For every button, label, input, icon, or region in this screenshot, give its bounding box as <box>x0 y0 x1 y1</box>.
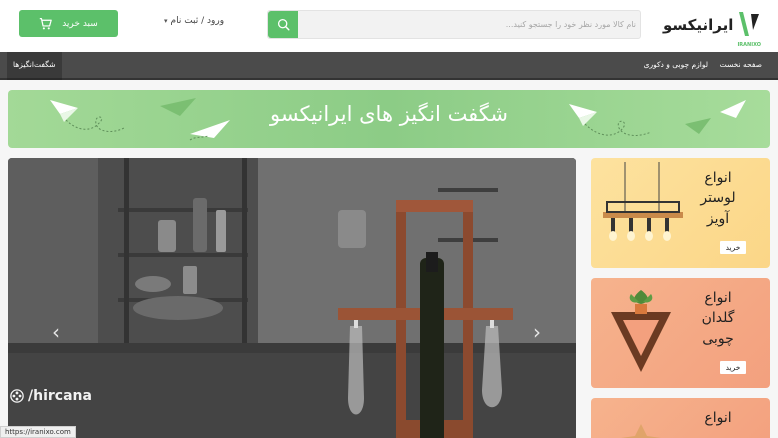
slider-prev-icon[interactable]: ‹ <box>52 320 60 344</box>
paper-plane-icon <box>720 100 746 118</box>
search-icon <box>277 18 290 31</box>
product-image <box>621 424 661 438</box>
login-register-label: ورود / ثبت نام <box>170 16 225 26</box>
slide-image <box>8 158 576 438</box>
buy-button[interactable]: خرید <box>720 241 746 254</box>
nav-item-home[interactable]: صفحه نخست <box>720 52 762 78</box>
wooden-planter-image <box>611 290 671 372</box>
cart-icon <box>40 18 52 30</box>
search-button[interactable] <box>268 11 298 38</box>
nav-item-wooden-decor[interactable]: لوازم چوبی و دکوری <box>644 52 708 78</box>
main-nav: صفحه نخست لوازم چوبی و دکوری شگفت‌انگیزه… <box>0 52 778 80</box>
header: سبد خرید ورود / ثبت نام ▾ ایرانیکسو <box>0 0 778 52</box>
banner-title: شگفت انگیز های ایرانیکسو <box>269 102 509 126</box>
logo-text: ایرانیکسو <box>663 16 734 34</box>
amazing-offers-banner[interactable]: شگفت انگیز های ایرانیکسو <box>8 90 770 148</box>
search-box <box>267 10 641 39</box>
card-title: انواع <box>704 410 732 426</box>
logo-subtext: IRANIXO <box>737 42 761 48</box>
status-bar-url: https://iranixo.com <box>0 426 76 438</box>
paper-plane-icon <box>569 104 652 136</box>
paper-plane-icon <box>685 118 711 134</box>
logo-mark-icon <box>739 12 759 36</box>
card-title: انواع لوستر آویز <box>700 170 736 227</box>
page: سبد خرید ورود / ثبت نام ▾ ایرانیکسو <box>0 0 778 438</box>
login-register-link[interactable]: ورود / ثبت نام ▾ <box>164 16 224 26</box>
nav-item-amazing-offers[interactable]: شگفت‌انگیزها <box>7 52 62 80</box>
card-title: انواع گلدان چوبی <box>701 290 735 347</box>
cart-button[interactable]: سبد خرید <box>19 10 118 37</box>
pendant-light-image <box>603 162 683 241</box>
slider-next-icon[interactable]: › <box>533 320 541 344</box>
buy-button[interactable]: خرید <box>720 361 746 374</box>
watermark-text: /hircana <box>28 388 92 404</box>
caret-down-icon: ▾ <box>164 17 168 25</box>
promo-card-pendant-lights[interactable]: انواع لوستر آویز خرید <box>591 158 770 268</box>
search-input[interactable] <box>302 11 636 38</box>
film-reel-icon <box>10 389 24 403</box>
promo-card-3[interactable]: انواع <box>591 398 770 438</box>
hero-slider[interactable]: ‹ › /hircana <box>8 158 576 438</box>
slide-watermark: /hircana <box>10 388 92 404</box>
cart-button-label: سبد خرید <box>62 18 98 29</box>
site-logo[interactable]: ایرانیکسو IRANIXO <box>663 10 763 48</box>
promo-card-wooden-planters[interactable]: انواع گلدان چوبی خرید <box>591 278 770 388</box>
